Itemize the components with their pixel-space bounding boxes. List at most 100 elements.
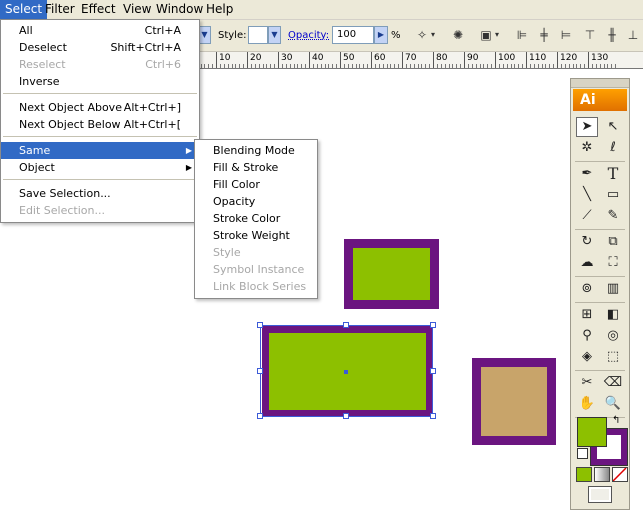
symbol-sprayer-icon[interactable]: ⊚ [576, 279, 598, 299]
panel-grip[interactable] [571, 79, 629, 88]
graph-icon[interactable]: ▥ [602, 279, 624, 299]
center-point [344, 370, 348, 374]
submenu-item-fill-stroke[interactable]: Fill & Stroke [195, 159, 317, 176]
submenu-item-blending-mode[interactable]: Blending Mode [195, 142, 317, 159]
submenu-item-fill-color[interactable]: Fill Color [195, 176, 317, 193]
pen-icon[interactable]: ✒ [576, 164, 598, 184]
ruler-minor-tick [599, 64, 601, 68]
resize-handle-bottom[interactable] [343, 413, 349, 419]
resize-handle-right[interactable] [430, 368, 436, 374]
ruler-minor-tick [576, 64, 578, 68]
opacity-label[interactable]: Opacity: [288, 30, 329, 41]
resize-handle-left[interactable] [257, 368, 263, 374]
menu-window[interactable]: Window [151, 0, 208, 19]
ruler-minor-tick [417, 64, 419, 68]
type-icon[interactable]: T [602, 164, 624, 184]
swap-fill-stroke-icon[interactable]: ↰ [612, 415, 620, 426]
align-bottom-icon[interactable]: ⊥ [625, 26, 641, 44]
ruler-label: 90 [467, 53, 479, 63]
line-icon[interactable]: ╲ [576, 185, 598, 205]
magic-wand-icon[interactable]: ✲ [576, 138, 598, 158]
live-paint-icon[interactable]: ◈ [576, 347, 598, 367]
default-colors-icon[interactable] [577, 448, 588, 459]
ruler-major-tick [402, 52, 403, 68]
ruler-minor-tick [584, 64, 586, 68]
live-paint-selection-icon[interactable]: ⬚ [602, 347, 624, 367]
hand-icon[interactable]: ✋ [576, 394, 598, 414]
isolate-icon[interactable]: ✺ [450, 26, 466, 44]
paintbrush-icon[interactable]: ⟋ [576, 206, 598, 226]
eraser-icon[interactable]: ⌫ [602, 373, 624, 393]
submenu-item-opacity[interactable]: Opacity [195, 193, 317, 210]
menu-item-same[interactable]: Same ▶ [1, 142, 199, 159]
mesh-icon[interactable]: ⊞ [576, 305, 598, 325]
fill-swatch[interactable] [577, 417, 607, 447]
resize-handle-bottom-left[interactable] [257, 413, 263, 419]
menu-item-next-object-below[interactable]: Next Object Below Alt+Ctrl+[ [1, 116, 199, 133]
tan-square[interactable] [472, 358, 556, 445]
scale-icon[interactable]: ⧉ [602, 232, 624, 252]
align-middle-icon[interactable]: ╫ [604, 26, 620, 44]
ruler-minor-tick [537, 64, 539, 68]
rotate-icon[interactable]: ↻ [576, 232, 598, 252]
ruler-minor-tick [359, 64, 361, 68]
menu-filter[interactable]: Filter [40, 0, 80, 19]
rectangle-icon[interactable]: ▭ [602, 185, 624, 205]
tool-separator [575, 302, 625, 303]
menu-help[interactable]: Help [201, 0, 238, 19]
blend-icon[interactable]: ◎ [602, 326, 624, 346]
ruler-minor-tick [549, 64, 551, 68]
ruler-minor-tick [522, 64, 524, 68]
selection-arrow-icon[interactable]: ➤ [576, 117, 598, 137]
eyedropper-icon[interactable]: ⚲ [576, 326, 598, 346]
lasso-icon[interactable]: ℓ [602, 138, 624, 158]
screen-mode-icon[interactable] [588, 486, 612, 503]
free-transform-icon[interactable]: ⛶ [602, 253, 624, 273]
submenu-item-stroke-color[interactable]: Stroke Color [195, 210, 317, 227]
ruler-major-tick [216, 52, 217, 68]
none-mode-icon[interactable] [612, 467, 628, 482]
warp-icon[interactable]: ☁ [576, 253, 598, 273]
ruler-minor-tick [510, 64, 512, 68]
opacity-stepper[interactable]: ▶ [374, 26, 388, 44]
ruler-minor-tick [239, 64, 241, 68]
menu-item-inverse[interactable]: Inverse [1, 73, 199, 90]
opacity-input[interactable]: 100 [332, 26, 374, 44]
ruler-minor-tick [258, 64, 260, 68]
style-swatch[interactable] [248, 26, 268, 44]
menu-item-object[interactable]: Object ▶ [1, 159, 199, 176]
ruler-minor-tick [363, 64, 365, 68]
style-dropdown[interactable]: ▼ [268, 26, 281, 44]
zoom-icon[interactable]: 🔍 [602, 394, 624, 414]
menu-item-next-object-above[interactable]: Next Object Above Alt+Ctrl+] [1, 99, 199, 116]
tool-separator [575, 276, 625, 277]
ruler-minor-tick [591, 64, 593, 68]
align-right-icon[interactable]: ⊨ [558, 26, 574, 44]
slice-icon[interactable]: ✂ [576, 373, 598, 393]
ruler-minor-tick [448, 64, 450, 68]
ruler-label: 10 [219, 53, 231, 63]
ruler-minor-tick [301, 64, 303, 68]
ruler-minor-tick [611, 64, 613, 68]
recolor-dropdown-icon[interactable]: ▾ [428, 26, 438, 44]
green-rectangle-top[interactable] [344, 239, 439, 309]
menu-effect[interactable]: Effect [76, 0, 121, 19]
menu-item-deselect[interactable]: Deselect Shift+Ctrl+A [1, 39, 199, 56]
resize-handle-top[interactable] [343, 322, 349, 328]
pencil-icon[interactable]: ✎ [602, 206, 624, 226]
align-left-icon[interactable]: ⊫ [514, 26, 530, 44]
color-mode-icon[interactable] [576, 467, 592, 482]
align-center-icon[interactable]: ╪ [536, 26, 552, 44]
align-top-icon[interactable]: ⊤ [582, 26, 598, 44]
submenu-item-stroke-weight[interactable]: Stroke Weight [195, 227, 317, 244]
menu-item-all[interactable]: All Ctrl+A [1, 22, 199, 39]
gradient-icon[interactable]: ◧ [602, 305, 624, 325]
resize-handle-top-left[interactable] [257, 322, 263, 328]
direct-selection-icon[interactable]: ↖ [602, 117, 624, 137]
resize-handle-top-right[interactable] [430, 322, 436, 328]
opacity-percent: % [391, 30, 401, 41]
gradient-mode-icon[interactable] [594, 467, 610, 482]
menu-item-save-selection[interactable]: Save Selection... [1, 185, 199, 202]
align-to-dropdown-icon[interactable]: ▾ [492, 26, 502, 44]
resize-handle-bottom-right[interactable] [430, 413, 436, 419]
